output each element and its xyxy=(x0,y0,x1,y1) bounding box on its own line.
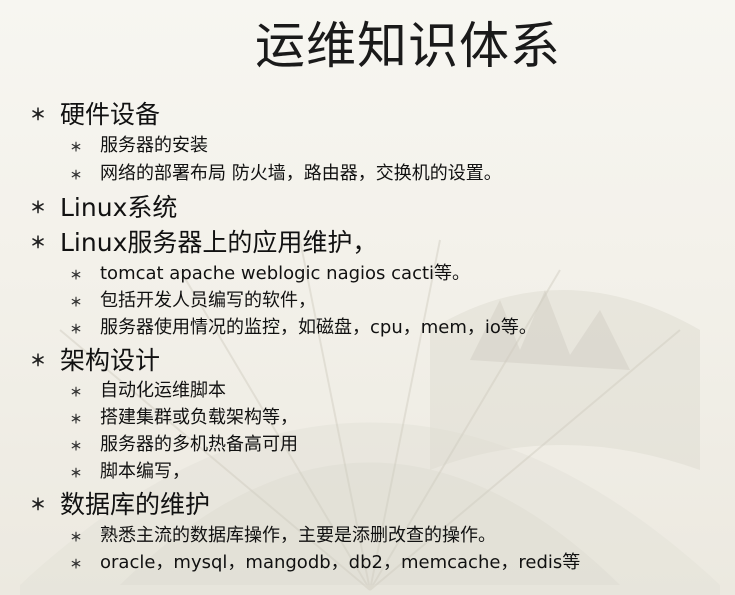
bullet-text: 硬件设备 xyxy=(60,100,161,129)
bullet-icon: ＊ xyxy=(30,198,47,217)
sub-bullet-text: 熟悉主流的数据库操作，主要是添删改查的操作。 xyxy=(100,525,496,546)
bullet-outline: ＊ 硬件设备 ＊ 服务器的安装 ＊ 网络的部署布局 防火墙，路由器，交换机的设置… xyxy=(0,0,735,595)
sub-bullet-text: 服务器的安装 xyxy=(100,135,208,156)
bullet-icon: ＊ xyxy=(70,412,83,426)
bullet-icon: ＊ xyxy=(70,466,83,480)
bullet-icon: ＊ xyxy=(70,140,83,154)
bullet-icon: ＊ xyxy=(70,168,83,182)
bullet-icon: ＊ xyxy=(70,439,83,453)
sub-bullet-text: 自动化运维脚本 xyxy=(100,380,226,401)
bullet-icon: ＊ xyxy=(30,233,47,252)
bullet-icon: ＊ xyxy=(70,385,83,399)
bullet-icon: ＊ xyxy=(30,495,47,514)
bullet-text: 架构设计 xyxy=(60,346,161,375)
slide: 运维知识体系 ＊ 硬件设备 ＊ 服务器的安装 ＊ 网络的部署布局 防火墙，路由器… xyxy=(0,0,735,595)
sub-bullet-text: oracle，mysql，mangodb，db2，memcache，redis等 xyxy=(100,552,581,573)
sub-bullet-text: 服务器的多机热备高可用 xyxy=(100,434,298,455)
bullet-icon: ＊ xyxy=(70,295,83,309)
sub-bullet-text: 网络的部署布局 防火墙，路由器，交换机的设置。 xyxy=(100,163,502,184)
bullet-icon: ＊ xyxy=(70,322,83,336)
bullet-icon: ＊ xyxy=(70,268,83,282)
sub-bullet-text: 服务器使用情况的监控，如磁盘，cpu，mem，io等。 xyxy=(100,317,537,338)
sub-bullet-text: 脚本编写， xyxy=(100,461,190,482)
bullet-text: Linux系统 xyxy=(60,193,178,222)
bullet-text: 数据库的维护 xyxy=(60,490,211,519)
bullet-icon: ＊ xyxy=(70,530,83,544)
sub-bullet-text: tomcat apache weblogic nagios cacti等。 xyxy=(100,263,471,284)
sub-bullet-text: 包括开发人员编写的软件， xyxy=(100,290,316,311)
bullet-text: Linux服务器上的应用维护， xyxy=(60,228,378,257)
sub-bullet-text: 搭建集群或负载架构等， xyxy=(100,407,298,428)
bullet-icon: ＊ xyxy=(30,105,47,124)
bullet-icon: ＊ xyxy=(70,557,83,571)
bullet-icon: ＊ xyxy=(30,351,47,370)
